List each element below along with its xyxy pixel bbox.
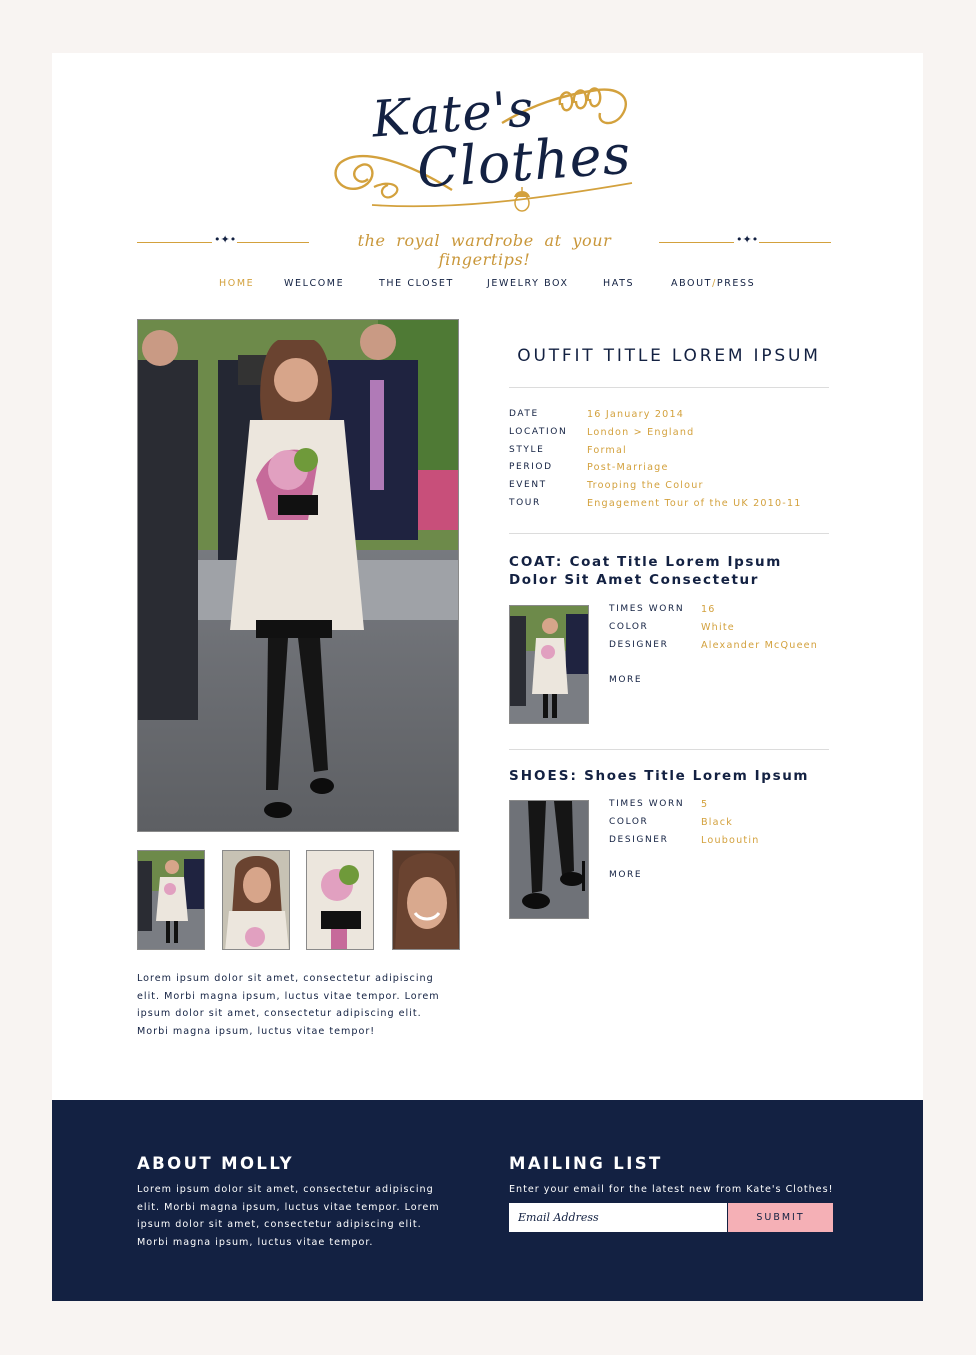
nav-press-label: PRESS [716, 278, 756, 289]
submit-button[interactable]: SUBMIT [728, 1203, 833, 1232]
detail-value[interactable]: Trooping the Colour [587, 480, 704, 491]
shoes-details: TIMES WORN 5 COLOR Black DESIGNER Loubou… [609, 799, 839, 852]
detail-key: EVENT [509, 480, 547, 491]
divider [509, 749, 829, 750]
nav-item-home[interactable]: HOME [219, 278, 254, 289]
nav-item-welcome[interactable]: WELCOME [284, 278, 344, 289]
outfit-details: DATE 16 January 2014 LOCATION London > E… [509, 409, 829, 516]
nav-item-hats[interactable]: HATS [603, 278, 634, 289]
tagline-rule-left-1 [137, 242, 212, 243]
coat-label: COAT: [509, 554, 564, 570]
mailing-list-text: Enter your email for the latest new from… [509, 1184, 834, 1195]
shoes-row-times-worn: TIMES WORN 5 [609, 799, 839, 817]
about-text: Lorem ipsum dolor sit amet, consectetur … [137, 1184, 440, 1248]
nav-item-jewelry-box[interactable]: JEWELRY BOX [487, 278, 569, 289]
detail-row-date: DATE 16 January 2014 [509, 409, 829, 427]
tagline-rule-right-1 [659, 242, 734, 243]
about-title: ABOUT MOLLY [137, 1154, 295, 1173]
shoes-photo[interactable] [509, 800, 589, 919]
detail-value[interactable]: Formal [587, 445, 627, 456]
detail-row-period: PERIOD Post-Marriage [509, 462, 829, 480]
thumbnail-2[interactable] [222, 850, 290, 950]
detail-row-location: LOCATION London > England [509, 427, 829, 445]
coat-heading: COAT: Coat Title Lorem Ipsum Dolor Sit A… [509, 553, 829, 589]
detail-key: DATE [509, 409, 539, 419]
ornament-icon: •✦• [736, 233, 759, 246]
thumbnail-4[interactable] [392, 850, 460, 950]
thumbnail-1[interactable] [137, 850, 205, 950]
shoes-label: SHOES: [509, 768, 578, 784]
tagline: the royal wardrobe at your fingertips! [357, 231, 612, 269]
ornament-icon: •✦• [214, 233, 237, 246]
detail-row-event: EVENT Trooping the Colour [509, 480, 829, 498]
main-nav: HOME WELCOME THE CLOSET JEWELRY BOX HATS… [52, 278, 923, 292]
nav-item-about-press[interactable]: ABOUT/PRESS [671, 278, 755, 289]
detail-value[interactable]: Alexander McQueen [701, 640, 818, 651]
mailing-list-title: MAILING LIST [509, 1154, 663, 1173]
site-footer: ABOUT MOLLY Lorem ipsum dolor sit amet, … [52, 1100, 923, 1301]
coat-more-link[interactable]: MORE [609, 675, 642, 685]
tagline-rule-right-2 [759, 242, 831, 243]
detail-value[interactable]: Louboutin [701, 835, 759, 846]
tagline-row: •✦• the royal wardrobe at your fingertip… [137, 231, 831, 269]
detail-key: TOUR [509, 497, 541, 508]
detail-key: COLOR [609, 816, 649, 827]
shoes-row-designer: DESIGNER Louboutin [609, 835, 839, 853]
detail-key: STYLE [509, 444, 545, 455]
main-outfit-photo[interactable] [137, 319, 459, 832]
detail-value: 5 [701, 799, 709, 810]
site-logo[interactable]: Kate's Clothes [332, 75, 652, 225]
coat-photo[interactable] [509, 605, 589, 724]
coat-row-color: COLOR White [609, 622, 839, 640]
divider [509, 387, 829, 388]
detail-key: COLOR [609, 621, 649, 632]
detail-key: DESIGNER [609, 639, 669, 650]
coat-details: TIMES WORN 16 COLOR White DESIGNER Alexa… [609, 604, 839, 657]
outfit-title: OUTFIT TITLE LOREM IPSUM [517, 346, 821, 366]
shoes-title: Shoes Title Lorem Ipsum [584, 768, 810, 784]
detail-key: PERIOD [509, 462, 553, 473]
divider [509, 533, 829, 534]
detail-key: LOCATION [509, 426, 568, 437]
detail-key: TIMES WORN [609, 604, 685, 614]
tagline-rule-left-2 [237, 242, 309, 243]
detail-value: 16 [701, 604, 716, 615]
thumbnail-3[interactable] [306, 850, 374, 950]
detail-row-tour: TOUR Engagement Tour of the UK 2010-11 [509, 498, 829, 516]
detail-value[interactable]: Engagement Tour of the UK 2010-11 [587, 498, 802, 509]
detail-key: TIMES WORN [609, 799, 685, 809]
detail-value[interactable]: London > England [587, 427, 694, 438]
outfit-description: Lorem ipsum dolor sit amet, consectetur … [137, 973, 440, 1037]
detail-value[interactable]: 16 January 2014 [587, 409, 684, 420]
detail-value[interactable]: Black [701, 817, 733, 828]
detail-value[interactable]: White [701, 622, 735, 633]
detail-row-style: STYLE Formal [509, 445, 829, 463]
detail-value[interactable]: Post-Marriage [587, 462, 669, 473]
coat-row-designer: DESIGNER Alexander McQueen [609, 640, 839, 658]
shoes-row-color: COLOR Black [609, 817, 839, 835]
nav-item-the-closet[interactable]: THE CLOSET [379, 278, 454, 289]
detail-key: DESIGNER [609, 834, 669, 845]
nav-about-label: ABOUT [671, 278, 713, 289]
email-input[interactable] [509, 1203, 727, 1232]
coat-row-times-worn: TIMES WORN 16 [609, 604, 839, 622]
shoes-heading: SHOES: Shoes Title Lorem Ipsum [509, 767, 829, 785]
shoes-more-link[interactable]: MORE [609, 870, 642, 880]
